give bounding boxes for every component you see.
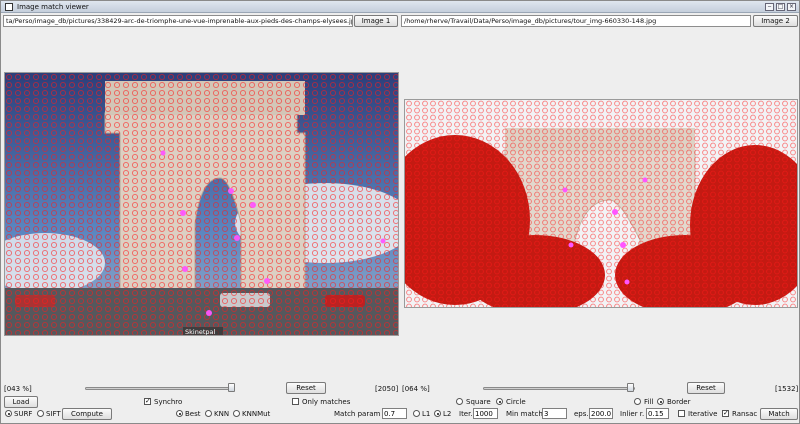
synchro-label: Synchro: [154, 398, 183, 406]
eps-label: eps.: [574, 410, 589, 418]
slider-thumb[interactable]: [627, 383, 634, 392]
image2-canvas[interactable]: [404, 99, 798, 308]
image1-path-field[interactable]: ta/Perso/image_db/pictures/338429-arc-de…: [3, 15, 353, 27]
image1-zoom-label: [043 %]: [4, 385, 32, 393]
surf-radio[interactable]: [5, 410, 12, 417]
fill-radio[interactable]: [634, 398, 641, 405]
inlier-label: Inlier r.: [620, 410, 645, 418]
border-radio[interactable]: [657, 398, 664, 405]
image2-picture: [405, 100, 797, 307]
ransac-label: Ransac: [732, 410, 758, 418]
slider-thumb[interactable]: [228, 383, 235, 392]
min-match-input[interactable]: [542, 408, 567, 419]
app-window: Image match viewer ‒ □ × ta/Perso/image_…: [0, 0, 800, 424]
title-bar: Image match viewer ‒ □ ×: [1, 1, 799, 13]
image2-button[interactable]: Image 2: [753, 15, 798, 27]
slider-track: [85, 387, 235, 390]
knn-radio[interactable]: [205, 410, 212, 417]
reset-right-button[interactable]: Reset: [687, 382, 725, 394]
iter-label: Iter.: [459, 410, 473, 418]
fill-label: Fill: [644, 398, 654, 406]
match-param-input[interactable]: [382, 408, 407, 419]
image2-zoom-slider[interactable]: [483, 383, 635, 392]
circle-label: Circle: [506, 398, 526, 406]
l1-label: L1: [422, 410, 431, 418]
surf-label: SURF: [14, 410, 33, 418]
knn-label: KNN: [214, 410, 230, 418]
square-label: Square: [466, 398, 491, 406]
border-label: Border: [667, 398, 691, 406]
compute-button[interactable]: Compute: [62, 408, 112, 420]
iter-input[interactable]: [473, 408, 498, 419]
knnmut-label: KNNMut: [242, 410, 271, 418]
image2-size-label: [1532]: [775, 385, 799, 393]
iterative-label: Iterative: [688, 410, 718, 418]
match-param-label: Match param: [334, 410, 381, 418]
close-icon[interactable]: ×: [787, 3, 796, 11]
best-label: Best: [185, 410, 201, 418]
minimize-icon[interactable]: ‒: [765, 3, 774, 11]
only-matches-label: Only matches: [302, 398, 351, 406]
image1-size-label: [2050]: [375, 385, 399, 393]
square-radio[interactable]: [456, 398, 463, 405]
load-button[interactable]: Load: [4, 396, 38, 408]
inlier-input[interactable]: [646, 408, 669, 419]
l2-radio[interactable]: [434, 410, 441, 417]
best-radio[interactable]: [176, 410, 183, 417]
match-button[interactable]: Match: [760, 408, 798, 420]
image1-zoom-slider[interactable]: [85, 383, 235, 392]
iterative-checkbox[interactable]: [678, 410, 685, 417]
image1-watermark: Skinetpal: [185, 328, 215, 336]
slider-track: [483, 387, 635, 390]
image1-canvas[interactable]: Skinetpal: [4, 72, 399, 336]
maximize-icon[interactable]: □: [776, 3, 785, 11]
ransac-checkbox[interactable]: ✓: [722, 410, 729, 417]
knnmut-radio[interactable]: [233, 410, 240, 417]
min-match-label: Min match: [506, 410, 543, 418]
synchro-checkbox[interactable]: ✓: [144, 398, 151, 405]
image1-picture: Skinetpal: [5, 73, 398, 336]
image2-path-field[interactable]: /home/rherve/Travail/Data/Perso/image_db…: [401, 15, 751, 27]
image2-zoom-label: [064 %]: [402, 385, 430, 393]
image1-button[interactable]: Image 1: [354, 15, 398, 27]
reset-left-button[interactable]: Reset: [286, 382, 326, 394]
eps-input[interactable]: [589, 408, 613, 419]
window-title: Image match viewer: [17, 3, 89, 11]
l1-radio[interactable]: [413, 410, 420, 417]
only-matches-checkbox[interactable]: [292, 398, 299, 405]
l2-label: L2: [443, 410, 452, 418]
sift-label: SIFT: [46, 410, 61, 418]
circle-radio[interactable]: [496, 398, 503, 405]
window-menu-icon[interactable]: [5, 3, 13, 11]
sift-radio[interactable]: [37, 410, 44, 417]
